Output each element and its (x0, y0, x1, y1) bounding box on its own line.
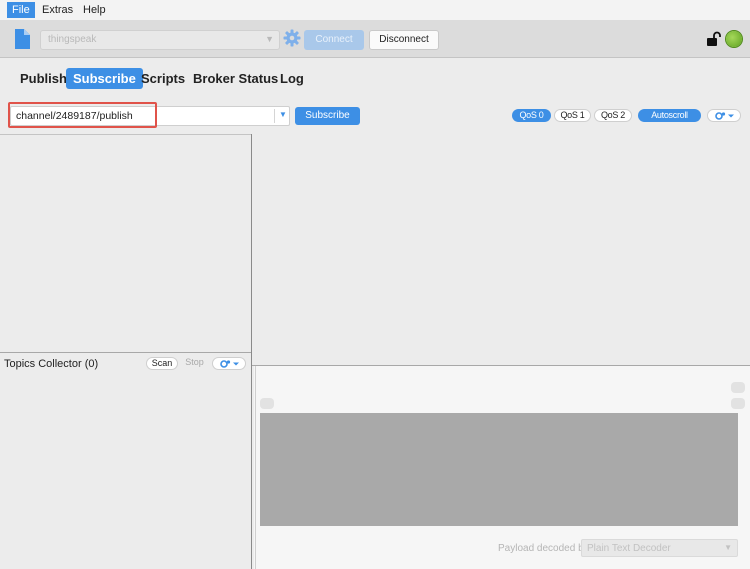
scan-button[interactable]: Scan (146, 357, 178, 370)
stop-button[interactable]: Stop (180, 357, 209, 370)
gear-dropdown-icon (220, 360, 239, 368)
vertical-splitter[interactable] (251, 134, 252, 569)
divider (0, 134, 251, 135)
connection-profile-value: thingspeak (48, 34, 97, 45)
chevron-down-icon[interactable]: ▼ (279, 110, 287, 119)
divider (0, 352, 251, 353)
qos2-toggle[interactable]: QoS 2 (594, 109, 632, 122)
unlock-icon (707, 31, 721, 46)
payload-decoder-select[interactable]: Plain Text Decoder ▼ (581, 539, 738, 557)
tab-subscribe[interactable]: Subscribe (66, 68, 143, 89)
tab-publish[interactable]: Publish (13, 68, 74, 89)
disconnect-button[interactable]: Disconnect (369, 30, 439, 50)
subscribe-button[interactable]: Subscribe (295, 107, 360, 125)
payload-decoder-value: Plain Text Decoder (587, 543, 671, 554)
subscribe-options-button[interactable] (707, 109, 741, 122)
gear-dropdown-icon (715, 112, 734, 120)
menu-file[interactable]: File (7, 2, 35, 18)
connection-status-indicator (726, 31, 742, 47)
autoscroll-toggle[interactable]: Autoscroll (638, 109, 701, 122)
menu-bar: File Extras Help (0, 0, 750, 20)
connection-profile-select[interactable]: thingspeak ▼ (40, 30, 280, 50)
divider (255, 366, 256, 569)
chevron-down-icon: ▼ (724, 543, 732, 552)
tab-broker-status[interactable]: Broker Status (186, 68, 285, 89)
topics-collector-options-button[interactable] (212, 357, 246, 370)
tab-log[interactable]: Log (273, 68, 311, 89)
menu-extras[interactable]: Extras (37, 2, 78, 18)
qos1-toggle[interactable]: QoS 1 (554, 109, 591, 122)
gear-icon[interactable] (283, 29, 301, 47)
connect-button[interactable]: Connect (304, 30, 364, 50)
document-icon[interactable] (14, 29, 30, 49)
connection-bar: thingspeak ▼ Connect Disconnect (0, 20, 750, 58)
message-nav-button[interactable] (731, 398, 745, 409)
message-nav-button[interactable] (260, 398, 274, 409)
chevron-down-icon: ▼ (265, 34, 274, 44)
message-nav-button[interactable] (731, 382, 745, 393)
topics-collector-title: Topics Collector (0) (4, 358, 99, 370)
payload-display (260, 413, 738, 526)
topic-highlight-box (8, 102, 157, 128)
menu-help[interactable]: Help (78, 2, 111, 18)
topic-input-divider (274, 109, 275, 123)
tab-scripts[interactable]: Scripts (134, 68, 192, 89)
qos0-toggle[interactable]: QoS 0 (512, 109, 551, 122)
payload-decoded-label: Payload decoded by (498, 543, 589, 554)
